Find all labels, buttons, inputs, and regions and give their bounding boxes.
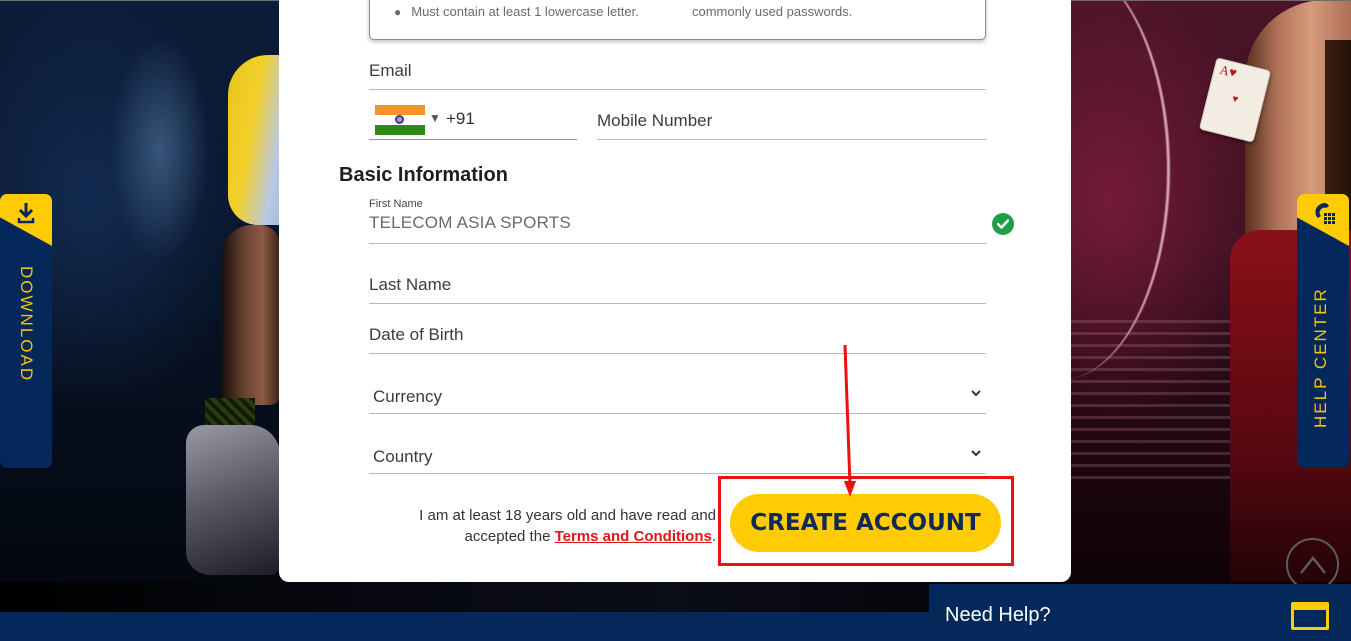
- ashoka-chakra-icon: [395, 115, 404, 124]
- currency-select[interactable]: Currency: [369, 374, 986, 414]
- piano-keys: [1070, 320, 1250, 480]
- india-flag-icon: [375, 105, 425, 135]
- last-name-field[interactable]: Last Name: [369, 270, 986, 304]
- password-requirements-box: ● Must contain at least 1 lowercase lett…: [369, 0, 986, 40]
- valid-check-icon: [992, 213, 1014, 235]
- need-help-label: Need Help?: [945, 604, 1051, 626]
- date-of-birth-placeholder: Date of Birth: [369, 325, 464, 344]
- need-help-chat-button[interactable]: Need Help?: [929, 584, 1351, 641]
- last-name-placeholder: Last Name: [369, 275, 452, 294]
- password-rule: ● Must contain at least 1 lowercase lett…: [394, 4, 639, 20]
- date-of-birth-field[interactable]: Date of Birth: [369, 320, 986, 354]
- first-name-field[interactable]: First Name TELECOM ASIA SPORTS: [369, 196, 986, 244]
- chat-window-icon: [1291, 602, 1329, 630]
- mobile-number-placeholder: Mobile Number: [597, 111, 713, 130]
- terms-period: .: [711, 528, 716, 545]
- email-field[interactable]: Email: [369, 56, 986, 90]
- download-icon: [17, 203, 35, 224]
- password-rule: commonly used passwords.: [692, 4, 852, 20]
- country-code-selector[interactable]: ▼ +91: [369, 100, 577, 140]
- first-name-value: TELECOM ASIA SPORTS: [369, 213, 571, 232]
- chevron-up-icon: [1299, 555, 1326, 574]
- bullet-icon: ●: [394, 5, 402, 19]
- create-account-button[interactable]: CREATE ACCOUNT: [730, 494, 1001, 552]
- currency-placeholder: Currency: [373, 387, 442, 406]
- password-rule-text: Must contain at least 1 lowercase letter…: [411, 4, 639, 19]
- registration-form: ● Must contain at least 1 lowercase lett…: [279, 0, 1071, 582]
- batting-glove: [186, 425, 280, 575]
- email-placeholder: Email: [369, 61, 412, 80]
- terms-and-conditions-link[interactable]: Terms and Conditions: [555, 528, 712, 545]
- mobile-number-field[interactable]: Mobile Number: [597, 100, 986, 140]
- caret-down-icon: ▼: [429, 111, 441, 125]
- country-select[interactable]: Country: [369, 434, 986, 474]
- player-arm: [222, 225, 280, 405]
- help-center-side-tab[interactable]: HELP CENTER: [1297, 194, 1349, 468]
- chevron-down-icon: [971, 450, 981, 457]
- chevron-down-icon: [971, 390, 981, 397]
- download-side-tab[interactable]: DOWNLOAD: [0, 194, 52, 468]
- section-title-basic-information: Basic Information: [339, 164, 508, 186]
- player-wristband: [205, 398, 255, 428]
- first-name-label: First Name: [369, 198, 423, 210]
- password-rule-text: commonly used passwords.: [692, 4, 853, 19]
- country-code: +91: [446, 109, 475, 128]
- terms-agreement-text: I am at least 18 years old and have read…: [369, 505, 716, 547]
- country-placeholder: Country: [373, 447, 433, 466]
- phone-keypad-icon: [1315, 203, 1335, 224]
- download-tab-label: DOWNLOAD: [17, 266, 36, 383]
- help-center-tab-label: HELP CENTER: [1311, 287, 1330, 428]
